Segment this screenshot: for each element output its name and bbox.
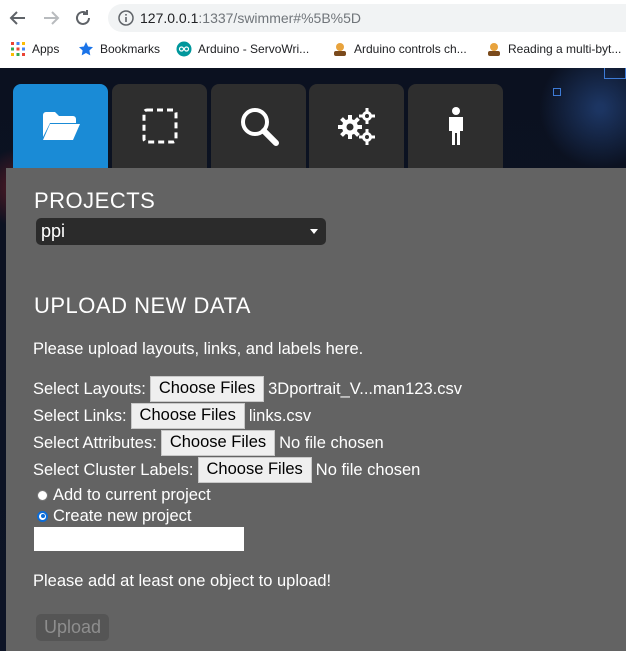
new-project-name-input[interactable] <box>34 527 244 551</box>
reload-icon <box>76 10 90 25</box>
forward-arrow-icon <box>44 11 60 25</box>
radio-create-label: Create new project <box>53 506 192 525</box>
tab-user[interactable] <box>408 84 503 168</box>
tool-tab-bar <box>0 84 626 168</box>
back-button[interactable] <box>6 6 30 30</box>
decor-marker <box>604 68 626 79</box>
search-icon <box>240 108 279 146</box>
info-icon[interactable] <box>118 10 134 26</box>
bookmark-label: Arduino - ServoWri... <box>198 42 310 56</box>
tab-selection[interactable] <box>112 84 207 168</box>
back-arrow-icon <box>9 11 25 25</box>
links-label: Select Links: <box>33 406 127 425</box>
chevron-down-icon <box>310 229 318 234</box>
cluster-labels-label: Select Cluster Labels: <box>33 460 194 479</box>
bookmark-bookmarks[interactable]: Bookmarks <box>78 37 160 61</box>
arduino-icon <box>176 41 192 57</box>
links-filename: links.csv <box>248 406 312 425</box>
bookmark-label: Apps <box>32 42 60 56</box>
bookmark-arduino-controls[interactable]: Arduino controls ch... <box>332 37 467 61</box>
project-select[interactable]: ppi <box>36 218 326 245</box>
bookmark-label: Bookmarks <box>100 42 161 56</box>
cluster-labels-filename: No file chosen <box>315 460 421 479</box>
apps-grid-icon <box>11 42 25 56</box>
bookmark-apps[interactable]: Apps <box>10 37 59 61</box>
bookmark-arduino-servo[interactable]: Arduino - ServoWri... <box>176 37 309 61</box>
forum-avatar-icon <box>334 43 346 56</box>
selection-icon <box>142 108 177 144</box>
reload-button[interactable] <box>71 6 95 30</box>
choose-links-button[interactable]: Choose Files <box>130 403 245 429</box>
choose-layouts-button[interactable]: Choose Files <box>149 376 265 402</box>
forum-avatar-icon <box>488 43 500 56</box>
folder-open-icon <box>42 112 80 140</box>
forward-button[interactable] <box>39 6 63 30</box>
address-bar[interactable]: 127.0.0.1:1337/swimmer#%5B%5D <box>108 4 626 32</box>
projects-heading: PROJECTS <box>34 188 156 213</box>
cluster-labels-file-row: Select Cluster Labels: Choose Files No f… <box>33 457 421 483</box>
radio-add-to-current[interactable]: Add to current project <box>37 485 211 505</box>
tab-settings[interactable] <box>309 84 404 168</box>
browser-chrome: 127.0.0.1:1337/swimmer#%5B%5D Apps Bookm… <box>0 0 626 68</box>
radio-create-new[interactable]: Create new project <box>37 506 192 526</box>
radio-add-label: Add to current project <box>53 485 211 504</box>
bookmark-label: Arduino controls ch... <box>354 42 467 56</box>
upload-warning: Please add at least one object to upload… <box>33 572 332 590</box>
layouts-file-row: Select Layouts: Choose Files 3Dportrait_… <box>33 376 462 402</box>
choose-cluster-labels-button[interactable]: Choose Files <box>197 457 312 483</box>
tab-search[interactable] <box>211 84 306 168</box>
gears-icon <box>337 108 375 145</box>
bookmarks-bar: Apps Bookmarks Arduino - ServoWri... Ard… <box>0 37 626 61</box>
projects-panel: PROJECTS ppi UPLOAD NEW DATA Please uplo… <box>6 168 626 651</box>
url-text: 127.0.0.1:1337/swimmer#%5B%5D <box>140 10 362 26</box>
upload-button[interactable]: Upload <box>36 614 109 641</box>
radio-button-selected[interactable] <box>37 510 48 522</box>
upload-heading: UPLOAD NEW DATA <box>34 293 251 318</box>
attributes-filename: No file chosen <box>279 433 384 452</box>
layouts-filename: 3Dportrait_V...man123.csv <box>268 379 462 398</box>
layouts-label: Select Layouts: <box>33 379 146 398</box>
person-icon <box>448 107 463 145</box>
tab-projects[interactable] <box>13 84 108 168</box>
attributes-file-row: Select Attributes: Choose Files No file … <box>33 430 384 456</box>
links-file-row: Select Links: Choose Files links.csv <box>33 403 312 429</box>
bookmark-label: Reading a multi-byt... <box>508 42 622 56</box>
project-select-value: ppi <box>41 221 66 241</box>
bookmark-reading-multibyte[interactable]: Reading a multi-byt... <box>486 37 621 61</box>
attributes-label: Select Attributes: <box>33 433 157 452</box>
radio-button[interactable] <box>37 489 48 501</box>
choose-attributes-button[interactable]: Choose Files <box>160 430 276 456</box>
upload-instructions: Please upload layouts, links, and labels… <box>33 340 364 358</box>
star-icon <box>79 42 93 56</box>
